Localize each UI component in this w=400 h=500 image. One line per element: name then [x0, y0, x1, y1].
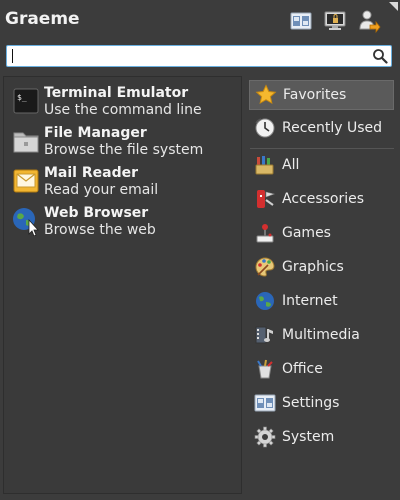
category-label: Office — [282, 361, 323, 377]
app-description: Use the command line — [44, 102, 202, 118]
office-icon — [257, 359, 273, 379]
accessories-icon — [257, 190, 276, 208]
app-title: Web Browser — [44, 205, 149, 221]
joystick-icon — [256, 224, 274, 243]
app-title: Mail Reader — [44, 165, 138, 181]
category-graphics[interactable]: Graphics — [249, 252, 394, 282]
category-label: Settings — [282, 395, 340, 411]
category-settings[interactable]: Settings — [249, 388, 394, 418]
category-label: All — [282, 157, 300, 173]
terminal-icon: $_ — [13, 88, 39, 114]
mail-icon — [13, 169, 39, 193]
app-web-browser[interactable]: Web Browser Browse the web — [8, 201, 240, 239]
category-label: Favorites — [283, 87, 347, 103]
category-office[interactable]: Office — [249, 354, 394, 384]
settings-icon — [254, 394, 276, 412]
app-mail-reader[interactable]: Mail Reader Read your email — [8, 161, 240, 199]
favorites-list: $_ Terminal Emulator Use the command lin… — [3, 76, 242, 494]
user-name: Graeme — [5, 9, 80, 29]
resize-handle[interactable] — [389, 2, 398, 11]
app-description: Browse the file system — [44, 142, 204, 158]
lock-screen-icon — [324, 11, 346, 30]
log-out-icon — [359, 10, 381, 33]
app-file-manager[interactable]: File Manager Browse the file system — [8, 121, 240, 159]
text-caret — [12, 49, 13, 63]
category-list: Favorites Recently Used All Accessories … — [248, 76, 396, 496]
globe-icon — [256, 292, 274, 310]
search-field[interactable] — [6, 45, 392, 67]
category-label: Multimedia — [282, 327, 360, 343]
app-description: Browse the web — [44, 222, 156, 238]
category-label: Recently Used — [282, 120, 383, 136]
category-accessories[interactable]: Accessories — [249, 184, 394, 214]
multimedia-icon — [255, 326, 273, 344]
palette-icon — [255, 257, 275, 277]
lock-screen-button[interactable] — [322, 9, 348, 33]
category-multimedia[interactable]: Multimedia — [249, 320, 394, 350]
all-apps-icon — [255, 156, 274, 175]
category-separator — [250, 148, 394, 149]
clock-icon — [255, 118, 275, 138]
category-system[interactable]: System — [249, 422, 394, 452]
category-label: Accessories — [282, 191, 365, 207]
category-label: System — [282, 429, 335, 445]
category-label: Internet — [282, 293, 338, 309]
category-label: Graphics — [282, 259, 344, 275]
category-label: Games — [282, 225, 331, 241]
category-games[interactable]: Games — [249, 218, 394, 248]
settings-manager-icon — [290, 12, 312, 30]
globe-icon — [13, 208, 39, 236]
app-description: Read your email — [44, 182, 159, 198]
search-icon[interactable] — [372, 48, 388, 64]
menu-header: Graeme — [0, 0, 400, 40]
star-icon — [255, 84, 277, 104]
category-internet[interactable]: Internet — [249, 286, 394, 316]
search-input[interactable] — [11, 47, 371, 65]
app-title: Terminal Emulator — [44, 85, 189, 101]
settings-manager-button[interactable] — [288, 9, 314, 33]
category-all[interactable]: All — [249, 150, 394, 180]
app-title: File Manager — [44, 125, 147, 141]
log-out-button[interactable] — [356, 9, 382, 33]
category-favorites[interactable]: Favorites — [249, 80, 394, 110]
gear-icon — [254, 426, 276, 448]
svg-text:$_: $_ — [17, 93, 27, 102]
category-recently-used[interactable]: Recently Used — [249, 113, 394, 143]
app-terminal-emulator[interactable]: $_ Terminal Emulator Use the command lin… — [8, 81, 240, 119]
folder-icon — [13, 132, 39, 153]
